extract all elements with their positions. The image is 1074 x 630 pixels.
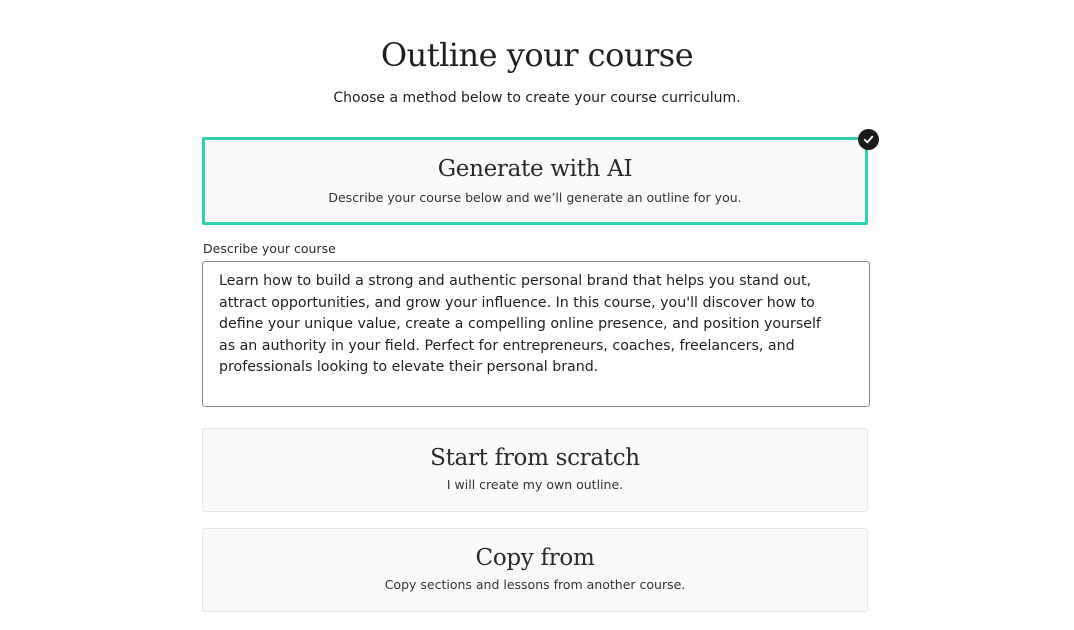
check-circle-icon bbox=[858, 129, 879, 150]
option-title: Start from scratch bbox=[430, 445, 640, 471]
describe-course-textarea[interactable]: Learn how to build a strong and authenti… bbox=[202, 261, 870, 407]
option-start-from-scratch[interactable]: Start from scratch I will create my own … bbox=[202, 428, 868, 512]
option-description: Copy sections and lessons from another c… bbox=[384, 577, 686, 592]
page-subtitle: Choose a method below to create your cou… bbox=[333, 90, 741, 106]
option-description: I will create my own outline. bbox=[446, 477, 624, 492]
option-title: Generate with AI bbox=[437, 156, 633, 182]
option-title: Copy from bbox=[475, 545, 595, 571]
page-title: Outline your course bbox=[380, 36, 694, 74]
option-description: Describe your course below and we’ll gen… bbox=[328, 190, 742, 205]
option-copy-from[interactable]: Copy from Copy sections and lessons from… bbox=[202, 528, 868, 612]
describe-course-label: Describe your course bbox=[203, 241, 336, 256]
option-generate-with-ai[interactable]: Generate with AI Describe your course be… bbox=[202, 137, 868, 225]
